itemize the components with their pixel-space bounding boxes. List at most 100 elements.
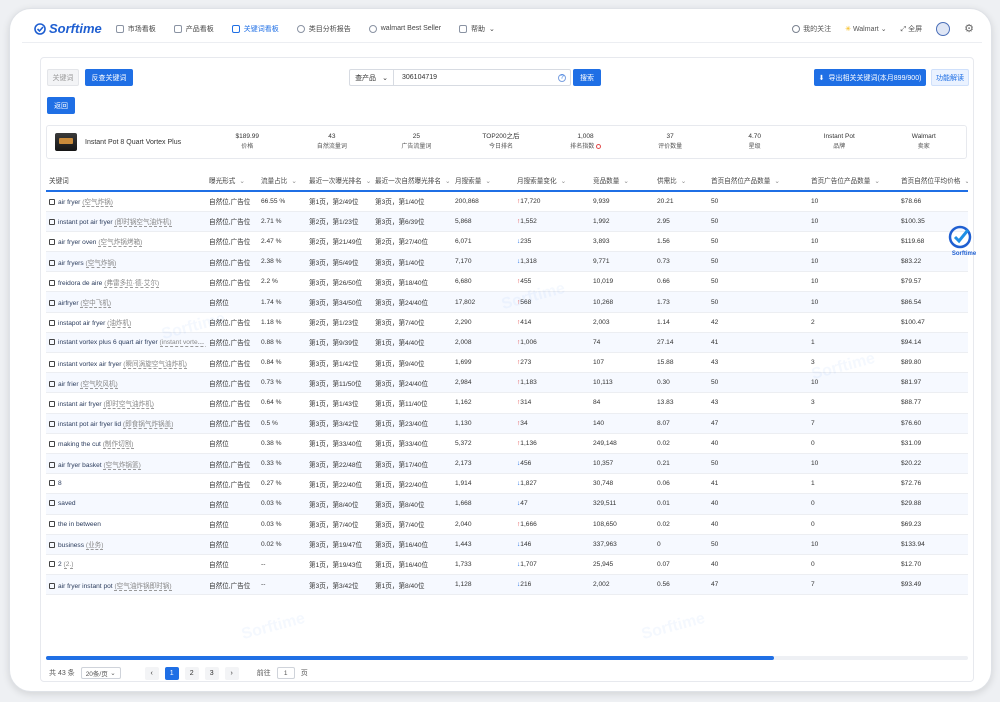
sort-caret-icon[interactable]: ⌄ xyxy=(561,178,567,185)
copy-icon[interactable] xyxy=(49,542,55,549)
product-name[interactable]: Instant Pot 8 Quart Vortex Plus xyxy=(85,139,205,146)
export-button[interactable]: ⬇ 导出相关关键词(本月899/900) xyxy=(814,69,926,86)
sort-caret-icon[interactable]: ⌄ xyxy=(964,178,968,185)
sort-caret-icon[interactable]: ⌄ xyxy=(291,178,297,185)
question-icon[interactable]: ? xyxy=(558,73,566,82)
nav-best-seller[interactable]: walmart Best Seller xyxy=(368,15,441,43)
column-header[interactable]: 流量占比 ⌄ xyxy=(258,169,306,192)
keyword-link[interactable]: instant air fryer xyxy=(58,401,102,408)
table-row[interactable]: business (业务) 自然位 0.02 % 第3页，第19/47位 第3页，第16… xyxy=(46,534,968,555)
favorites-link[interactable]: 我的关注 xyxy=(792,24,831,34)
table-row[interactable]: air frier (空气吹风机) 自然位,广告位 0.73 % 第3页，第11/50… xyxy=(46,372,968,394)
table-row[interactable]: airfryer (空中飞机) 自然位 1.74 % 第3页，第34/50位 第3页，第… xyxy=(46,291,968,313)
keyword-link[interactable]: instant vortex plus 6 quart air fryer xyxy=(58,339,158,346)
scrollbar-thumb[interactable] xyxy=(46,656,774,660)
column-header[interactable]: 最近一次自然曝光排名 ⌄ xyxy=(372,169,452,192)
keyword-link[interactable]: air frier xyxy=(58,381,79,388)
keyword-link[interactable]: air fryer basket xyxy=(58,462,102,469)
copy-icon[interactable] xyxy=(49,239,55,246)
keyword-link[interactable]: business xyxy=(58,542,84,549)
copy-icon[interactable] xyxy=(49,560,55,567)
table-row[interactable]: air fryer oven (空气炸锅烤箱) 自然位,广告位 2.47 % 第2页，… xyxy=(46,231,968,253)
table-row[interactable]: instant pot air fryer (即时锅空气油炸机) 自然位,广告位 2… xyxy=(46,211,968,232)
goto-page-input[interactable]: 1 xyxy=(276,667,295,679)
keyword-link[interactable]: freidora de aire xyxy=(58,280,102,287)
table-row[interactable]: air fryers (空气炸锅) 自然位,广告位 2.38 % 第3页，第5/49位… xyxy=(46,251,968,273)
copy-icon[interactable] xyxy=(49,582,55,589)
keyword-link[interactable]: instant pot air fryer xyxy=(58,219,113,226)
search-input[interactable]: 306104719 xyxy=(394,74,558,81)
nav-market[interactable]: 市场看板 xyxy=(115,15,156,43)
prev-page-button[interactable]: ‹ xyxy=(144,666,159,680)
sort-caret-icon[interactable]: ⌄ xyxy=(623,178,629,185)
copy-icon[interactable] xyxy=(49,219,55,226)
copy-icon[interactable] xyxy=(49,400,55,407)
keyword-link[interactable]: saved xyxy=(58,500,76,507)
fullscreen-button[interactable]: ⤢ 全屏 xyxy=(901,24,923,34)
table-row[interactable]: saved 自然位 0.03 % 第3页，第8/40位 第3页，第8/40位 1,668 ↓… xyxy=(46,493,968,515)
table-row[interactable]: air fryer basket (空气炸锅篮) 自然位,广告位 0.33 % 第3页… xyxy=(46,453,968,475)
column-header[interactable]: 月搜索量变化 ⌄ xyxy=(514,169,590,192)
sort-caret-icon[interactable]: ⌄ xyxy=(239,178,245,185)
search-type-select[interactable]: 查产品 ⌄ xyxy=(350,70,394,85)
back-button[interactable]: 返回 xyxy=(47,97,75,114)
table-row[interactable]: instant air fryer (即时空气油炸机) 自然位,广告位 0.64 %… xyxy=(46,392,968,414)
table-row[interactable]: 8 自然位,广告位 0.27 % 第1页，第22/40位 第1页，第22/40位 1,91… xyxy=(46,473,968,495)
copy-icon[interactable] xyxy=(49,380,55,387)
brand-logo[interactable]: Sorftime xyxy=(34,21,102,36)
copy-icon[interactable] xyxy=(49,338,55,345)
copy-icon[interactable] xyxy=(49,461,55,468)
marketplace-select[interactable]: ✳ Walmart ⌄ xyxy=(845,25,886,33)
sort-caret-icon[interactable]: ⌄ xyxy=(681,178,687,185)
copy-icon[interactable] xyxy=(49,300,55,307)
nav-category-report[interactable]: 类目分析报告 xyxy=(296,15,351,43)
page-button-3[interactable]: 3 xyxy=(204,666,219,680)
keyword-link[interactable]: 8 xyxy=(58,480,62,487)
table-row[interactable]: instant pot air fryer lid (即食锅气炸锅盖) 自然位,广… xyxy=(46,413,968,434)
sort-caret-icon[interactable]: ⌄ xyxy=(485,178,491,185)
keyword-link[interactable]: instapot air fryer xyxy=(58,320,105,327)
table-row[interactable]: 2 (2.) 自然位 -- 第1页，第19/43位 第1页，第16/40位 1,733 ↓1… xyxy=(46,554,968,576)
search-button[interactable]: 搜索 xyxy=(573,69,601,86)
copy-icon[interactable] xyxy=(49,520,55,527)
table-row[interactable]: instapot air fryer (油炸机) 自然位,广告位 1.18 % 第2页… xyxy=(46,312,968,333)
column-header[interactable]: 最近一次曝光排名 ⌄ xyxy=(306,169,372,192)
column-header[interactable]: 曝光形式 ⌄ xyxy=(206,169,258,192)
column-header[interactable]: 竞品数量 ⌄ xyxy=(590,169,654,192)
keyword-link[interactable]: the in between xyxy=(58,521,101,528)
sort-caret-icon[interactable]: ⌄ xyxy=(874,178,880,185)
keyword-link[interactable]: instant vortex air fryer xyxy=(58,361,121,368)
tab-reverse-keyword[interactable]: 反查关键词 xyxy=(85,69,133,86)
info-icon[interactable] xyxy=(595,143,601,149)
page-button-2[interactable]: 2 xyxy=(184,666,199,680)
keyword-link[interactable]: 2 xyxy=(58,561,62,568)
table-row[interactable]: freidora de aire (弗雷多拉·德·艾尔) 自然位,广告位 2.2 %… xyxy=(46,271,968,293)
column-header[interactable]: 月搜索量 ⌄ xyxy=(452,169,514,192)
table-row[interactable]: air fryer (空气炸锅) 自然位,广告位 66.55 % 第1页，第2/49位… xyxy=(46,191,968,212)
gear-icon[interactable]: ⚙ xyxy=(964,22,974,35)
copy-icon[interactable] xyxy=(49,199,55,206)
nav-help[interactable]: 帮助 ⌄ xyxy=(459,15,495,43)
copy-icon[interactable] xyxy=(49,259,55,266)
nav-product[interactable]: 产品看板 xyxy=(173,15,214,43)
column-header[interactable]: 供需比 ⌄ xyxy=(654,169,708,192)
horizontal-scrollbar[interactable] xyxy=(46,656,968,660)
sort-caret-icon[interactable]: ⌄ xyxy=(366,178,372,185)
copy-icon[interactable] xyxy=(49,320,55,327)
keyword-link[interactable]: air fryer xyxy=(58,199,80,206)
tab-keyword[interactable]: 关键词 xyxy=(47,69,79,86)
copy-icon[interactable] xyxy=(49,500,55,507)
copy-icon[interactable] xyxy=(49,421,55,428)
keyword-link[interactable]: air fryers xyxy=(58,260,84,267)
sort-caret-icon[interactable]: ⌄ xyxy=(774,178,780,185)
next-page-button[interactable]: › xyxy=(224,666,239,680)
copy-icon[interactable] xyxy=(49,441,55,448)
table-row[interactable]: air fryer instant pot (空气油炸锅即时锅) 自然位,广告位 -… xyxy=(46,574,968,596)
column-header[interactable]: 首页广告位产品数量 ⌄ xyxy=(808,169,898,192)
keyword-link[interactable]: instant pot air fryer lid xyxy=(58,421,121,428)
sort-caret-icon[interactable]: ⌄ xyxy=(445,178,451,185)
table-row[interactable]: making the cut (制作切割) 自然位 0.38 % 第1页，第33/40… xyxy=(46,433,968,454)
avatar[interactable] xyxy=(936,21,951,36)
copy-icon[interactable] xyxy=(49,480,55,487)
nav-keyword[interactable]: 关键词看板 xyxy=(231,15,279,43)
